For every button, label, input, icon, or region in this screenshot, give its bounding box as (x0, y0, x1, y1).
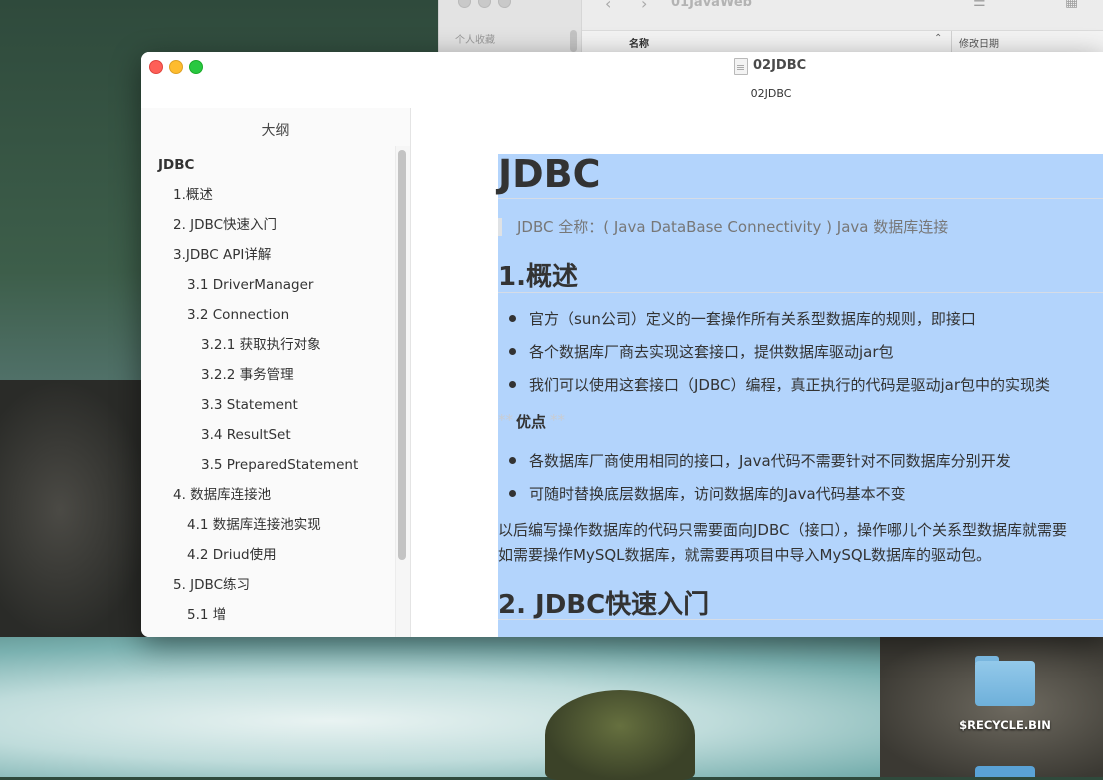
heading-quickstart[interactable]: 2. JDBC快速入门 (498, 584, 709, 621)
list-item[interactable]: 各个数据库厂商去实现这套接口，提供数据库驱动jar包 (529, 341, 894, 362)
window-subtitle: 02JDBC (750, 87, 792, 100)
heading-rule (498, 292, 1103, 293)
bullet-dot (509, 490, 516, 497)
column-divider[interactable] (951, 31, 952, 53)
heading-rule (498, 619, 1103, 620)
folder-icon[interactable] (975, 656, 1035, 706)
finder-close-button[interactable] (458, 0, 471, 8)
outline-item[interactable]: JDBC (141, 150, 396, 180)
folder-icon[interactable] (975, 766, 1035, 777)
blockquote-text[interactable]: JDBC 全称：( Java DataBase Connectivity ) J… (517, 216, 948, 237)
blockquote-bar (498, 218, 502, 236)
outline-item[interactable]: 3.4 ResultSet (141, 420, 396, 450)
bullet-dot (509, 457, 516, 464)
chevron-right-icon[interactable]: › (641, 0, 647, 13)
outline-sidebar: 大纲 JDBC 1.概述 2. JDBC快速入门 3.JDBC API详解 3.1 Dr… (141, 108, 411, 637)
finder-minimize-button[interactable] (478, 0, 491, 8)
outline-item[interactable]: 5.1 增 (141, 600, 396, 630)
markdown-marker: ** (550, 411, 565, 429)
sort-ascending-icon: ⌃ (934, 33, 943, 44)
paragraph-line[interactable]: 如需要操作MySQL数据库，就需要再项目中导入MySQL数据库的驱动包。 (498, 544, 991, 565)
outline-item[interactable]: 4.1 数据库连接池实现 (141, 510, 396, 540)
outline-item[interactable]: 3.2.2 事务管理 (141, 360, 396, 390)
close-button[interactable] (149, 60, 163, 74)
list-item[interactable]: 各数据库厂商使用相同的接口，Java代码不需要针对不同数据库分别开发 (529, 450, 1011, 471)
list-item[interactable]: 官方（sun公司）定义的一套操作所有关系型数据库的规则，即接口 (529, 308, 976, 329)
outline-list: JDBC 1.概述 2. JDBC快速入门 3.JDBC API详解 3.1 Drive… (141, 150, 396, 630)
outline-item[interactable]: 3.3 Statement (141, 390, 396, 420)
heading-rule (498, 198, 1103, 199)
advantages-label[interactable]: 优点 (516, 411, 546, 432)
finder-folder-title: 01JavaWeb (671, 0, 752, 10)
bullet-dot (509, 348, 516, 355)
outline-item[interactable]: 4. 数据库连接池 (141, 480, 396, 510)
wallpaper-rock-left (0, 380, 150, 640)
outline-item[interactable]: 3.1 DriverManager (141, 270, 396, 300)
heading-overview[interactable]: 1.概述 (498, 256, 578, 293)
minimize-button[interactable] (169, 60, 183, 74)
finder-sidebar: 个人收藏 (439, 0, 582, 52)
outline-item[interactable]: 3.2 Connection (141, 300, 396, 330)
outline-title: 大纲 (261, 123, 290, 139)
column-date-header[interactable]: 修改日期 (959, 35, 999, 50)
document-icon (734, 58, 748, 75)
grid-view-icon[interactable]: ▦˅ (1065, 0, 1085, 10)
column-name-header[interactable]: 名称 (629, 35, 649, 50)
desktop-item-label[interactable]: $RECYCLE.BIN (950, 718, 1060, 732)
bullet-dot (509, 381, 516, 388)
list-item[interactable]: 可随时替换底层数据库，访问数据库的Java代码基本不变 (529, 483, 906, 504)
finder-zoom-button[interactable] (498, 0, 511, 8)
list-view-icon[interactable]: ☰˅ (973, 0, 993, 10)
bullet-dot (509, 315, 516, 322)
outline-item[interactable]: 3.5 PreparedStatement (141, 450, 396, 480)
outline-item[interactable]: 3.2.1 获取执行对象 (141, 330, 396, 360)
wallpaper-rock-center (545, 690, 695, 780)
markdown-marker: ** (498, 411, 513, 429)
outline-item[interactable]: 3.JDBC API详解 (141, 240, 396, 270)
outline-item[interactable]: 1.概述 (141, 180, 396, 210)
window-title: 02JDBC (753, 58, 807, 73)
outline-item[interactable]: 2. JDBC快速入门 (141, 210, 396, 240)
typora-window[interactable]: 02JDBC 02JDBC 大纲 JDBC 1.概述 2. JDBC快速入门 3.JD… (141, 52, 1103, 637)
finder-window[interactable]: 个人收藏 ‹ › 01JavaWeb ☰˅ ▦˅ 名称 ⌃ 修改日期 (438, 0, 1103, 54)
finder-column-header: 名称 ⌃ 修改日期 (582, 30, 1103, 54)
zoom-button[interactable] (189, 60, 203, 74)
finder-favorites-label: 个人收藏 (455, 35, 495, 46)
title-bar[interactable]: 02JDBC 02JDBC (141, 52, 1103, 108)
heading-jdbc[interactable]: JDBC (498, 152, 601, 196)
outline-scrollbar-thumb[interactable] (398, 150, 406, 560)
outline-item[interactable]: 5. JDBC练习 (141, 570, 396, 600)
paragraph-line[interactable]: 以后编写操作数据库的代码只需要面向JDBC（接口），操作哪儿个关系型数据库就需要 (498, 519, 1067, 540)
list-item[interactable]: 我们可以使用这套接口（JDBC）编程，真正执行的代码是驱动jar包中的实现类 (529, 374, 1050, 395)
chevron-left-icon[interactable]: ‹ (605, 0, 611, 13)
outline-item[interactable]: 4.2 Driud使用 (141, 540, 396, 570)
editor-content[interactable]: JDBC JDBC 全称：( Java DataBase Connectivit… (411, 108, 1103, 637)
finder-sidebar-scrollbar[interactable] (570, 30, 577, 52)
